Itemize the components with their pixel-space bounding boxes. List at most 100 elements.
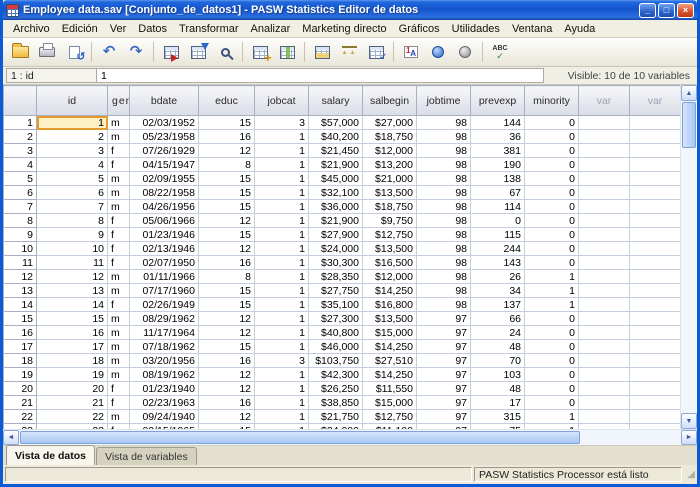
insert-cases-icon[interactable] — [247, 40, 273, 64]
cell[interactable]: 0 — [525, 144, 579, 158]
column-header-gender[interactable]: gender — [108, 86, 130, 116]
cell-empty[interactable] — [630, 312, 681, 326]
cell[interactable]: 15 — [199, 284, 255, 298]
cell-empty[interactable] — [630, 382, 681, 396]
cell[interactable]: 1 — [525, 298, 579, 312]
cell[interactable]: $24,000 — [309, 242, 363, 256]
column-header-var1[interactable]: var — [579, 86, 630, 116]
cell[interactable]: $12,000 — [363, 270, 417, 284]
cell[interactable]: 0 — [525, 228, 579, 242]
cell[interactable]: 98 — [417, 214, 471, 228]
cell[interactable]: 15 — [199, 228, 255, 242]
cell[interactable]: $18,750 — [363, 130, 417, 144]
cell[interactable]: $46,000 — [309, 340, 363, 354]
column-header-salbegin[interactable]: salbegin — [363, 86, 417, 116]
cell[interactable]: 0 — [471, 214, 525, 228]
cell[interactable]: m — [108, 326, 130, 340]
cell[interactable]: f — [108, 214, 130, 228]
cell[interactable]: 115 — [471, 228, 525, 242]
cell[interactable]: $21,900 — [309, 158, 363, 172]
cell[interactable]: 11/17/1964 — [130, 326, 199, 340]
column-header-salary[interactable]: salary — [309, 86, 363, 116]
cell[interactable]: $21,750 — [309, 410, 363, 424]
cell[interactable]: $42,300 — [309, 368, 363, 382]
cell[interactable]: $16,800 — [363, 298, 417, 312]
cell[interactable]: 0 — [525, 186, 579, 200]
cell[interactable]: m — [108, 284, 130, 298]
cell-empty[interactable] — [630, 158, 681, 172]
vertical-scroll-track[interactable] — [681, 149, 697, 413]
cell[interactable]: 16 — [199, 256, 255, 270]
cell[interactable]: 8 — [37, 214, 108, 228]
cell[interactable]: 1 — [255, 382, 309, 396]
cell[interactable]: 1 — [255, 396, 309, 410]
cell[interactable]: f — [108, 242, 130, 256]
cell[interactable]: 15 — [199, 298, 255, 312]
cell[interactable]: $13,200 — [363, 158, 417, 172]
cell[interactable]: 20 — [37, 382, 108, 396]
cell[interactable]: f — [108, 228, 130, 242]
cell[interactable]: 09/24/1940 — [130, 410, 199, 424]
cell-empty[interactable] — [579, 228, 630, 242]
cell-empty[interactable] — [579, 298, 630, 312]
cell[interactable]: 1 — [255, 368, 309, 382]
row-number[interactable]: 13 — [4, 284, 37, 298]
column-header-educ[interactable]: educ — [199, 86, 255, 116]
open-data-icon[interactable] — [7, 40, 33, 64]
menu-ventana[interactable]: Ventana — [506, 21, 558, 37]
cell[interactable]: m — [108, 172, 130, 186]
cell[interactable]: 0 — [525, 158, 579, 172]
cell[interactable]: 98 — [417, 116, 471, 130]
menu-marketing-directo[interactable]: Marketing directo — [296, 21, 392, 37]
cell[interactable]: 9 — [37, 228, 108, 242]
cell[interactable]: 03/20/1956 — [130, 354, 199, 368]
cell[interactable]: m — [108, 354, 130, 368]
cell[interactable]: $21,450 — [309, 144, 363, 158]
cell[interactable]: 98 — [417, 158, 471, 172]
cell[interactable]: $40,800 — [309, 326, 363, 340]
cell[interactable]: 15 — [37, 312, 108, 326]
cell[interactable]: 11 — [37, 256, 108, 270]
cell[interactable]: 0 — [525, 214, 579, 228]
row-number[interactable]: 16 — [4, 326, 37, 340]
row-number[interactable]: 3 — [4, 144, 37, 158]
cell[interactable]: $27,000 — [363, 116, 417, 130]
cell[interactable]: $15,000 — [363, 326, 417, 340]
cell[interactable]: 98 — [417, 130, 471, 144]
find-icon[interactable] — [212, 40, 238, 64]
row-number[interactable]: 2 — [4, 130, 37, 144]
cell[interactable]: 12 — [199, 312, 255, 326]
select-cases-icon[interactable] — [363, 40, 389, 64]
cell[interactable]: 19 — [37, 368, 108, 382]
cell[interactable]: $12,750 — [363, 228, 417, 242]
menu-datos[interactable]: Datos — [132, 21, 173, 37]
cell-empty[interactable] — [630, 354, 681, 368]
cell[interactable]: 16 — [199, 396, 255, 410]
cell[interactable]: 15 — [199, 200, 255, 214]
row-number[interactable]: 8 — [4, 214, 37, 228]
row-number[interactable]: 20 — [4, 382, 37, 396]
horizontal-scrollbar[interactable]: ◄ ► — [3, 429, 697, 445]
cell[interactable]: 1 — [255, 186, 309, 200]
cell-empty[interactable] — [579, 256, 630, 270]
cell[interactable]: f — [108, 144, 130, 158]
cell-empty[interactable] — [579, 116, 630, 130]
cell[interactable]: 12 — [199, 382, 255, 396]
cell-empty[interactable] — [579, 130, 630, 144]
cell[interactable]: 26 — [471, 270, 525, 284]
cell[interactable]: $21,000 — [363, 172, 417, 186]
cell[interactable]: $45,000 — [309, 172, 363, 186]
cell[interactable]: 02/26/1949 — [130, 298, 199, 312]
cell[interactable]: 0 — [525, 242, 579, 256]
cell[interactable]: 08/29/1962 — [130, 312, 199, 326]
cell[interactable]: 1 — [255, 172, 309, 186]
cell-empty[interactable] — [630, 242, 681, 256]
cell[interactable]: $36,000 — [309, 200, 363, 214]
cell[interactable]: 97 — [417, 354, 471, 368]
cell[interactable]: 6 — [37, 186, 108, 200]
undo-icon[interactable]: ↶ — [96, 40, 122, 64]
close-button[interactable]: × — [677, 3, 694, 18]
cell-empty[interactable] — [630, 396, 681, 410]
row-number[interactable]: 6 — [4, 186, 37, 200]
cell[interactable]: 97 — [417, 340, 471, 354]
